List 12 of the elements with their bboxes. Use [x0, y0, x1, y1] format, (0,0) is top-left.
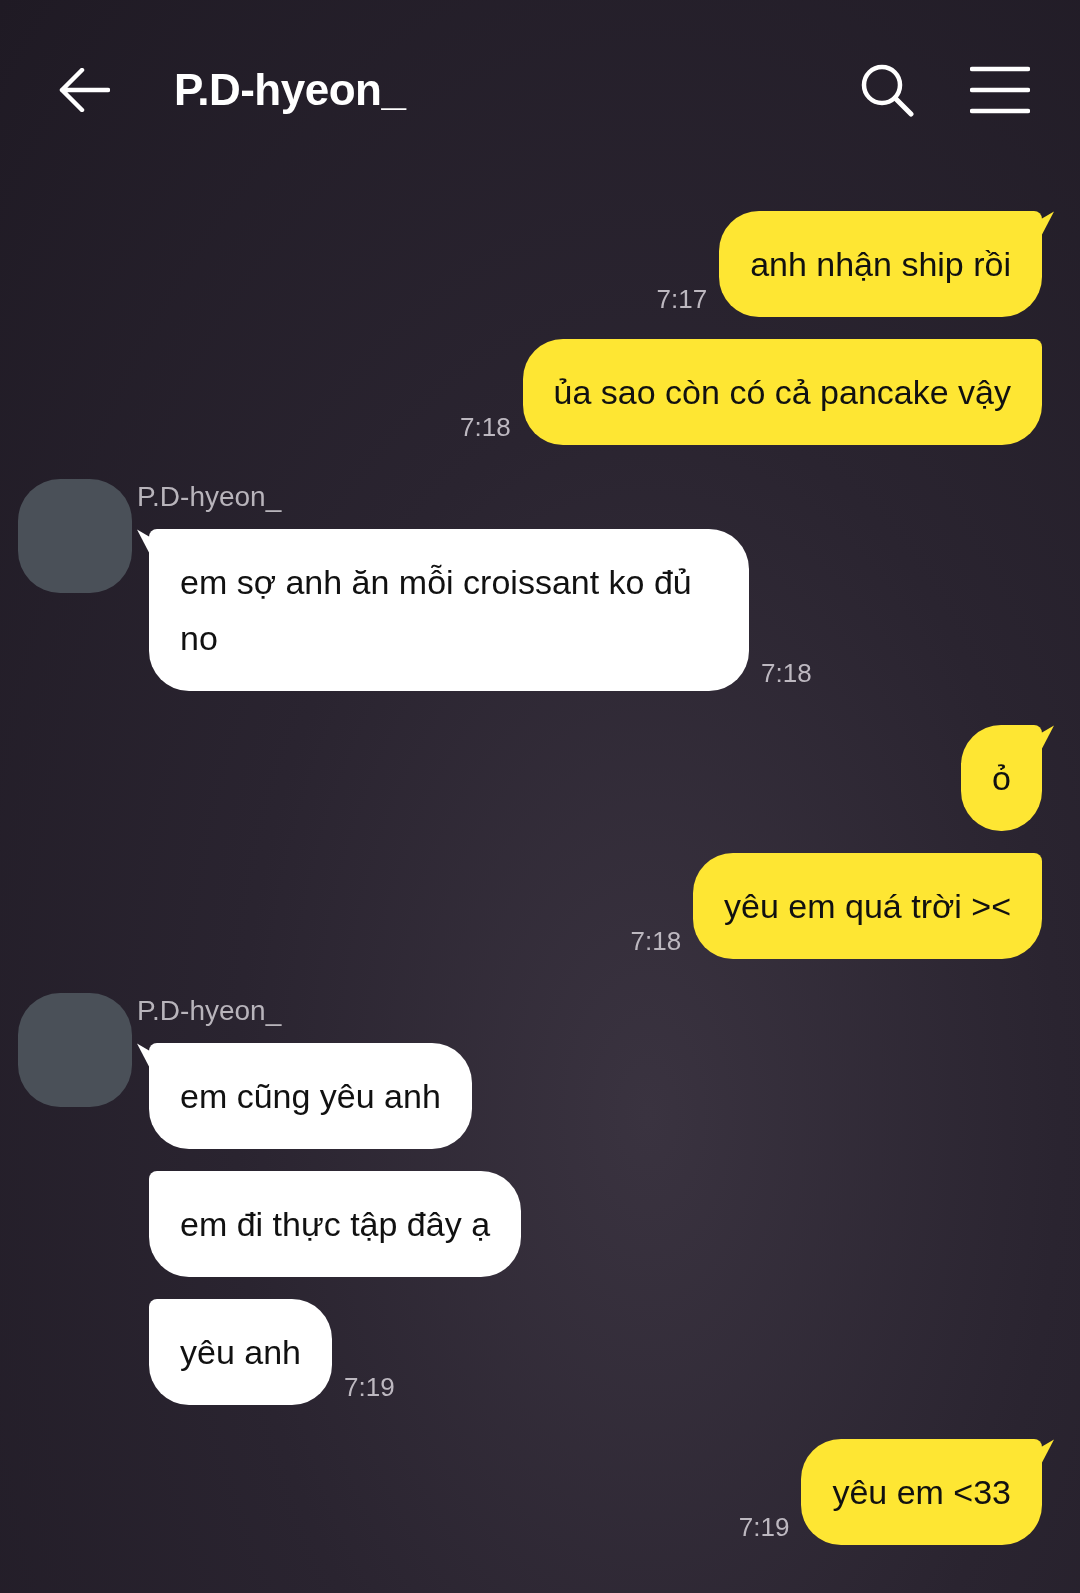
- menu-icon[interactable]: [970, 66, 1030, 114]
- search-icon[interactable]: [860, 63, 914, 117]
- back-icon[interactable]: [58, 68, 110, 112]
- message-time: 7:18: [460, 412, 511, 443]
- sender-name: P.D-hyeon_: [137, 995, 282, 1027]
- message-time: 7:17: [656, 284, 708, 315]
- message-time: 7:18: [761, 658, 812, 689]
- message-time: 7:19: [344, 1372, 395, 1403]
- message-time: 7:18: [630, 926, 682, 957]
- sender-name: P.D-hyeon_: [137, 481, 282, 513]
- message-time: 7:19: [738, 1512, 790, 1543]
- chat-title: P.D-hyeon_: [174, 65, 408, 115]
